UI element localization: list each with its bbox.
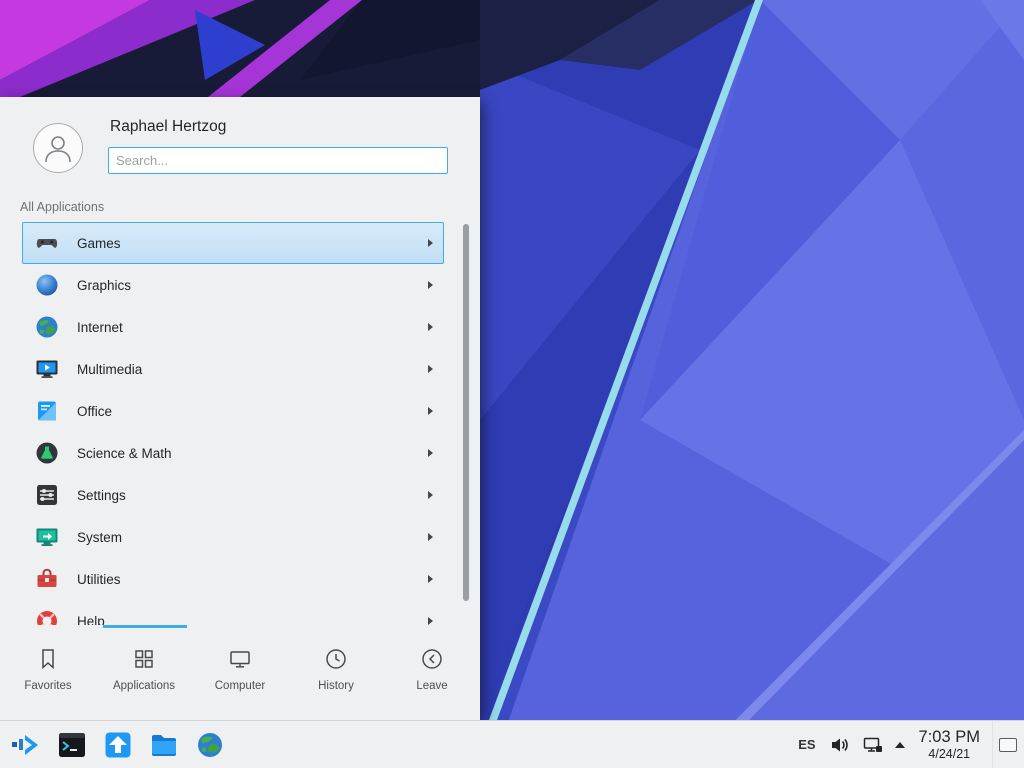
task-browser[interactable] [193, 728, 227, 762]
tab-label: Leave [416, 680, 447, 692]
leave-icon [418, 645, 446, 673]
submenu-arrow-icon [428, 281, 433, 289]
category-list-scrollbar[interactable] [463, 224, 469, 601]
category-label: Graphics [77, 278, 131, 293]
submenu-arrow-icon [428, 575, 433, 583]
user-icon [41, 131, 75, 165]
clock-time: 7:03 PM [919, 728, 980, 747]
show-desktop-button[interactable] [992, 721, 1022, 768]
tab-leave[interactable]: Leave [384, 628, 480, 720]
application-launcher-button[interactable] [7, 727, 43, 763]
software-icon [103, 730, 133, 760]
clock-icon [322, 645, 350, 673]
tab-label: History [318, 680, 354, 692]
category-label: System [77, 530, 122, 545]
document-icon [33, 397, 61, 425]
user-avatar[interactable] [33, 123, 83, 173]
category-multimedia[interactable]: Multimedia [22, 348, 444, 390]
section-label: All Applications [20, 200, 104, 214]
bookmark-icon [34, 645, 62, 673]
category-list: Games Graphics [0, 222, 480, 625]
category-office[interactable]: Office [22, 390, 444, 432]
submenu-arrow-icon [428, 617, 433, 625]
category-label: Settings [77, 488, 126, 503]
submenu-arrow-icon [428, 323, 433, 331]
category-graphics[interactable]: Graphics [22, 264, 444, 306]
tab-label: Favorites [24, 680, 71, 692]
launcher-tab-bar: Favorites Applications Co [0, 628, 480, 720]
submenu-arrow-icon [428, 449, 433, 457]
search-box [108, 147, 448, 174]
clock-date: 4/24/21 [928, 747, 970, 761]
gamepad-icon [33, 229, 61, 257]
category-help[interactable]: Help [22, 600, 444, 625]
sliders-icon [33, 481, 61, 509]
task-terminal[interactable] [55, 728, 89, 762]
network-icon[interactable] [862, 734, 884, 756]
submenu-arrow-icon [428, 533, 433, 541]
system-monitor-icon [33, 523, 61, 551]
category-games[interactable]: Games [22, 222, 444, 264]
taskbar: ES 7:03 PM 4/24/21 [0, 720, 1024, 768]
keyboard-layout-indicator[interactable]: ES [798, 737, 815, 752]
tab-applications[interactable]: Applications [96, 628, 192, 720]
toolbox-icon [33, 565, 61, 593]
system-tray: ES 7:03 PM 4/24/21 [798, 721, 1024, 768]
category-label: Internet [77, 320, 123, 335]
volume-icon[interactable] [829, 734, 851, 756]
user-name: Raphael Hertzog [110, 118, 226, 136]
category-internet[interactable]: Internet [22, 306, 444, 348]
tab-label: Computer [215, 680, 266, 692]
submenu-arrow-icon [428, 491, 433, 499]
category-settings[interactable]: Settings [22, 474, 444, 516]
lifebuoy-icon [33, 607, 61, 625]
category-science-math[interactable]: Science & Math [22, 432, 444, 474]
tab-computer[interactable]: Computer [192, 628, 288, 720]
file-manager-icon [149, 730, 179, 760]
tab-favorites[interactable]: Favorites [0, 628, 96, 720]
submenu-arrow-icon [428, 407, 433, 415]
category-system[interactable]: System [22, 516, 444, 558]
category-label: Multimedia [77, 362, 142, 377]
tab-history[interactable]: History [288, 628, 384, 720]
category-utilities[interactable]: Utilities [22, 558, 444, 600]
grid-icon [130, 645, 158, 673]
show-desktop-icon [999, 738, 1017, 752]
monitor-play-icon [33, 355, 61, 383]
submenu-arrow-icon [428, 365, 433, 373]
browser-icon [195, 730, 225, 760]
category-label: Help [77, 614, 105, 626]
launcher-header: Raphael Hertzog [0, 97, 480, 185]
expand-tray-icon[interactable] [895, 742, 905, 748]
submenu-arrow-icon [428, 239, 433, 247]
task-file-manager[interactable] [147, 728, 181, 762]
digital-clock[interactable]: 7:03 PM 4/24/21 [919, 728, 980, 761]
globe-icon [33, 313, 61, 341]
category-label: Science & Math [77, 446, 172, 461]
task-software[interactable] [101, 728, 135, 762]
launcher-icon [10, 730, 40, 760]
category-label: Games [77, 236, 121, 251]
flask-icon [33, 439, 61, 467]
computer-icon [226, 645, 254, 673]
search-input[interactable] [109, 148, 447, 173]
tab-label: Applications [113, 680, 175, 692]
category-label: Office [77, 404, 112, 419]
category-label: Utilities [77, 572, 121, 587]
application-launcher-panel: Raphael Hertzog All Applications Games [0, 97, 480, 720]
terminal-icon [57, 730, 87, 760]
graphics-sphere-icon [33, 271, 61, 299]
